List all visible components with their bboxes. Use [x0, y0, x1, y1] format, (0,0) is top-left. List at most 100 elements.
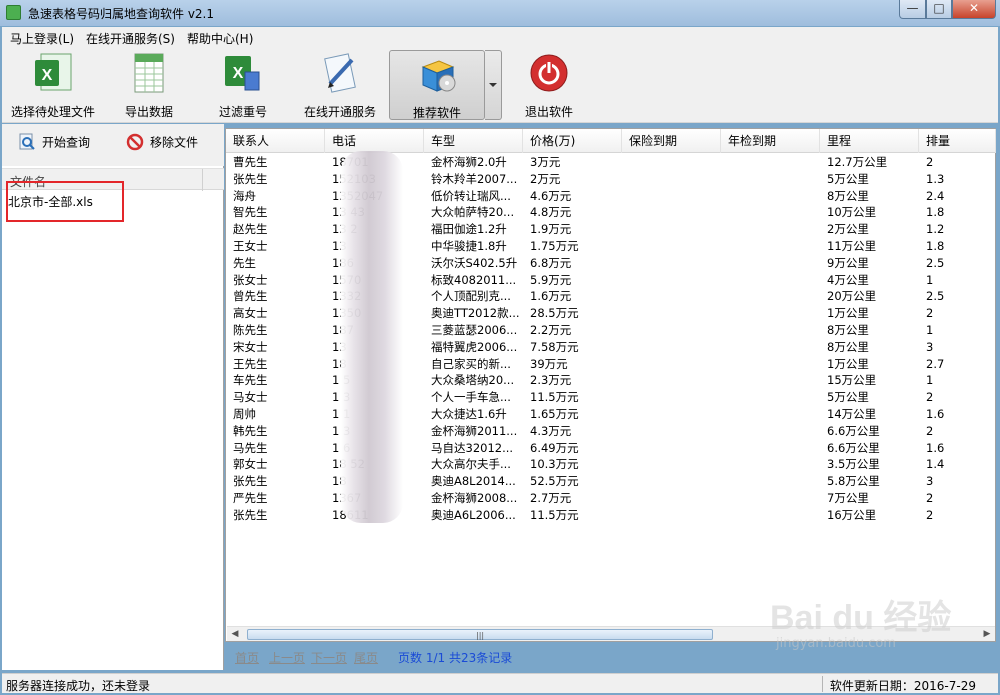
cell-insurance	[629, 473, 721, 490]
cell-displacement: 1.2	[926, 222, 945, 237]
cell-inspection	[728, 389, 820, 406]
cell-price: 2.2万元	[530, 322, 572, 337]
remove-file-label: 移除文件	[150, 135, 199, 150]
menu-online-service[interactable]: 在线开通服务(S)	[86, 30, 175, 47]
cell-model: 低价转让瑞风...	[431, 188, 511, 203]
cell-model: 沃尔沃S402.5升	[431, 255, 518, 270]
cell-contact: 张女士	[233, 272, 268, 287]
cell-displacement: 1	[926, 272, 934, 287]
recommend-software-button[interactable]: 推荐软件	[389, 50, 485, 120]
menu-login[interactable]: 马上登录(L)	[10, 30, 74, 47]
scroll-thumb[interactable]: |||	[247, 629, 713, 640]
cell-model: 大众高尔夫手...	[431, 457, 511, 472]
app-window: 急速表格号码归属地查询软件 v2.1 — □ ✕ 马上登录(L) 在线开通服务(…	[0, 0, 1000, 695]
export-button[interactable]: 导出数据	[114, 50, 184, 120]
minimize-button[interactable]: —	[899, 0, 926, 19]
cell-insurance	[629, 305, 721, 322]
cell-insurance	[629, 356, 721, 373]
cell-model: 个人顶配别克...	[431, 289, 511, 304]
column-header-inspection[interactable]: 年检到期	[721, 129, 820, 153]
cell-model: 三菱蓝瑟2006...	[431, 322, 518, 337]
export-label: 导出数据	[124, 105, 173, 119]
horizontal-scrollbar[interactable]: ◀ ||| ▶	[227, 626, 995, 641]
cell-inspection	[728, 456, 820, 473]
column-header-contact[interactable]: 联系人	[226, 129, 325, 153]
menu-bar: 马上登录(L) 在线开通服务(S) 帮助中心(H)	[2, 27, 998, 47]
page-info: 页数 1/1 共23条记录	[398, 651, 513, 665]
cell-inspection	[728, 440, 820, 457]
column-header-mileage[interactable]: 里程	[820, 129, 919, 153]
cell-model: 铃木羚羊2007...	[431, 171, 518, 186]
cell-contact: 郭女士	[233, 457, 268, 472]
cell-insurance	[629, 204, 721, 221]
cell-mileage: 1万公里	[827, 356, 869, 371]
first-page-link[interactable]: 首页	[235, 649, 259, 666]
cell-insurance	[629, 171, 721, 188]
last-page-link[interactable]: 尾页	[354, 649, 378, 666]
cell-contact: 马先生	[233, 440, 268, 455]
cell-price: 10.3万元	[530, 457, 579, 472]
cell-contact: 张先生	[233, 474, 268, 489]
cell-price: 2.3万元	[530, 373, 572, 388]
cell-price: 1.6万元	[530, 289, 572, 304]
cell-contact: 先生	[233, 255, 256, 270]
column-header-insurance[interactable]: 保险到期	[622, 129, 721, 153]
cell-contact: 车先生	[233, 373, 268, 388]
select-file-button[interactable]: X 选择待处理文件	[6, 50, 100, 120]
scroll-right-icon[interactable]: ▶	[979, 627, 995, 642]
cell-contact: 智先生	[233, 205, 268, 220]
cell-mileage: 1万公里	[827, 306, 869, 321]
cell-contact: 宋女士	[233, 339, 268, 354]
column-header-price[interactable]: 价格(万)	[523, 129, 622, 153]
cell-displacement: 1.6	[926, 440, 945, 455]
cell-model: 奥迪A8L2014...	[431, 474, 516, 489]
remove-file-button[interactable]: 移除文件	[126, 133, 198, 157]
cell-inspection	[728, 473, 820, 490]
cell-contact: 曾先生	[233, 289, 268, 304]
maximize-button[interactable]: □	[926, 0, 952, 19]
cell-mileage: 10万公里	[827, 205, 877, 220]
cell-model: 奥迪TT2012款...	[431, 306, 520, 321]
cell-mileage: 9万公里	[827, 255, 869, 270]
exit-label: 退出软件	[524, 105, 573, 119]
cell-displacement: 1.3	[926, 171, 945, 186]
menu-help[interactable]: 帮助中心(H)	[187, 30, 253, 47]
cell-insurance	[629, 272, 721, 289]
cell-price: 52.5万元	[530, 474, 579, 489]
prev-page-link[interactable]: 上一页	[269, 649, 305, 666]
cell-inspection	[728, 171, 820, 188]
cell-displacement: 2	[926, 423, 934, 438]
cell-inspection	[728, 154, 820, 171]
cell-price: 6.49万元	[530, 440, 579, 455]
recommend-dropdown-button[interactable]	[485, 50, 502, 120]
exit-button[interactable]: 退出软件	[514, 50, 584, 120]
start-query-button[interactable]: 开始查询	[18, 133, 90, 157]
column-header-phone[interactable]: 电话	[325, 129, 424, 153]
cell-contact: 周帅	[233, 406, 256, 421]
cell-price: 4.8万元	[530, 205, 572, 220]
cell-model: 自己家买的新...	[431, 356, 511, 371]
column-header-model[interactable]: 车型	[424, 129, 523, 153]
file-panel: 开始查询 移除文件 文件名 北京市-全部.xls	[2, 124, 224, 670]
cell-inspection	[728, 423, 820, 440]
cell-model: 大众帕萨特20...	[431, 205, 515, 220]
cell-mileage: 4万公里	[827, 272, 869, 287]
scroll-left-icon[interactable]: ◀	[227, 627, 243, 642]
cell-contact: 海舟	[233, 188, 256, 203]
cell-displacement: 2.5	[926, 289, 945, 304]
filter-duplicates-button[interactable]: X 过滤重号	[208, 50, 278, 120]
cell-mileage: 8万公里	[827, 188, 869, 203]
chevron-down-icon	[489, 83, 497, 87]
no-entry-icon	[126, 133, 144, 151]
cell-price: 6.8万元	[530, 255, 572, 270]
cell-price: 1.9万元	[530, 222, 572, 237]
next-page-link[interactable]: 下一页	[311, 649, 347, 666]
close-button[interactable]: ✕	[952, 0, 996, 19]
cell-price: 1.65万元	[530, 406, 579, 421]
cell-mileage: 8万公里	[827, 339, 869, 354]
online-service-button[interactable]: 在线开通服务	[300, 50, 380, 120]
cell-model: 福特翼虎2006...	[431, 339, 518, 354]
cell-model: 奥迪A6L2006...	[431, 507, 516, 522]
column-header-displacement[interactable]: 排量	[919, 129, 996, 153]
cell-mileage: 11万公里	[827, 238, 877, 253]
